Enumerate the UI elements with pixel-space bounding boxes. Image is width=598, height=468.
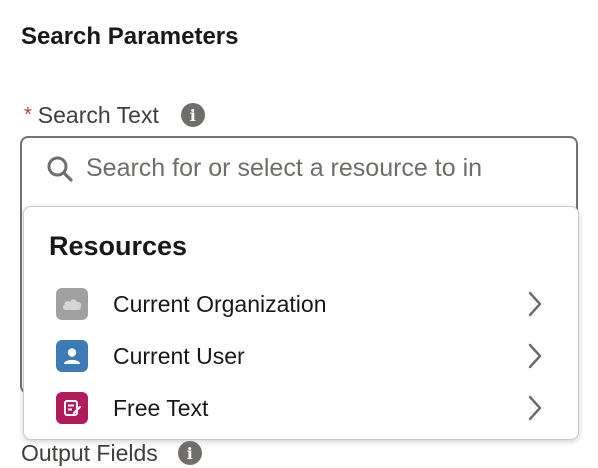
text-template-icon	[56, 392, 88, 424]
search-icon	[47, 156, 73, 182]
user-icon	[56, 340, 88, 372]
menu-item-current-user[interactable]: Current User	[25, 332, 577, 380]
cloud-icon	[56, 288, 88, 320]
resources-dropdown: Resources Current Organization Current U…	[23, 206, 579, 440]
dropdown-heading: Resources	[49, 231, 188, 261]
search-combobox[interactable]	[20, 136, 580, 202]
required-indicator: *	[24, 104, 32, 126]
search-input[interactable]	[86, 148, 556, 188]
menu-item-free-text[interactable]: Free Text	[25, 384, 577, 432]
chevron-right-icon	[528, 343, 542, 369]
output-fields-label: Output Fields	[21, 440, 158, 466]
output-fields-label-row: Output Fields i	[21, 438, 202, 468]
chevron-right-icon	[528, 395, 542, 421]
menu-item-current-organization[interactable]: Current Organization	[25, 280, 577, 328]
search-text-label-row: * Search Text i	[24, 100, 205, 130]
info-icon[interactable]: i	[180, 103, 205, 127]
search-text-label: Search Text	[37, 102, 159, 128]
info-icon[interactable]: i	[177, 441, 202, 465]
menu-item-label: Free Text	[113, 395, 209, 421]
menu-item-label: Current User	[113, 343, 245, 369]
menu-item-label: Current Organization	[113, 291, 327, 317]
section-title: Search Parameters	[21, 23, 239, 50]
chevron-right-icon	[528, 291, 542, 317]
